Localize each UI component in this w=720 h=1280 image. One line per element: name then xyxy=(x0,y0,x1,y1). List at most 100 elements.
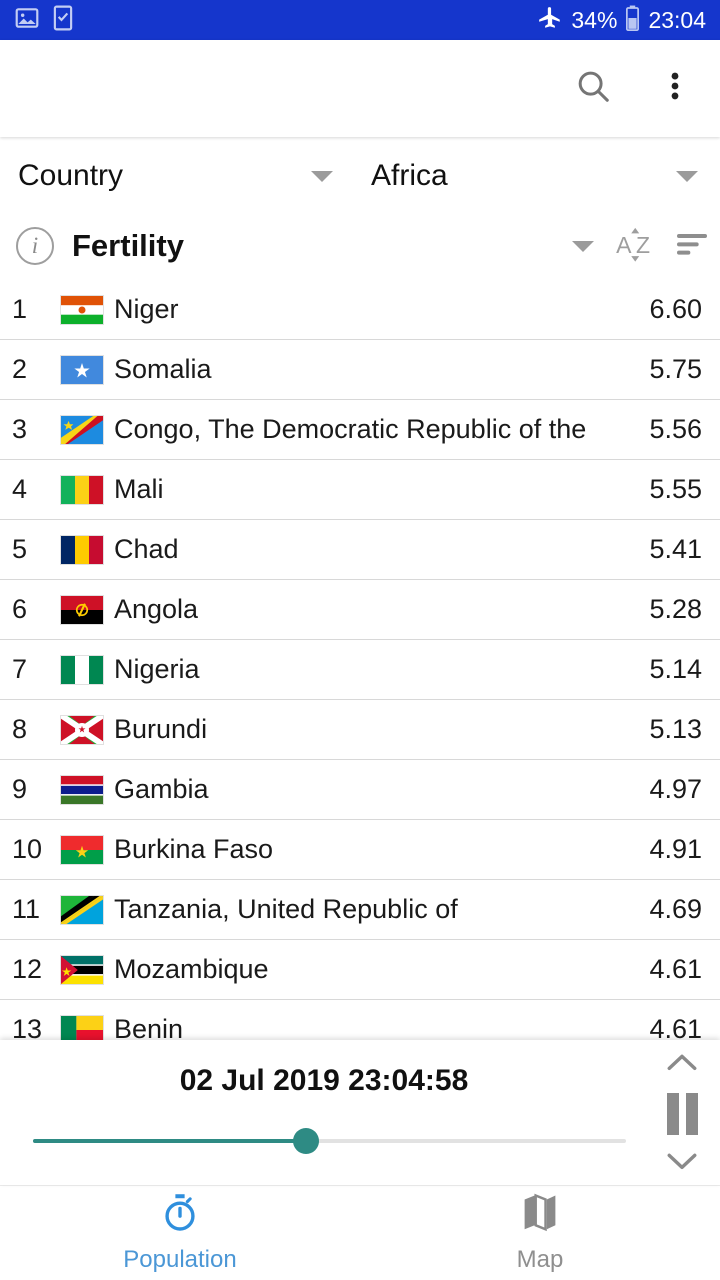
country-row[interactable]: 4 Mali 5.55 xyxy=(0,460,720,520)
group-by-label: Country xyxy=(18,159,124,192)
country-row[interactable]: 10 Burkina Faso 4.91 xyxy=(0,820,720,880)
nav-label-map: Map xyxy=(516,1245,564,1273)
status-bar-right: 34% 23:04 xyxy=(537,5,706,36)
sort-alphabetical-icon: A Z xyxy=(613,221,659,272)
app-root: 34% 23:04 Country Africa i Fertility A Z… xyxy=(0,0,720,1280)
country-flag-icon xyxy=(60,894,104,925)
row-value: 4.61 xyxy=(649,1014,702,1040)
sort-alphabetical-button[interactable]: A Z xyxy=(608,218,664,274)
country-row[interactable]: 12 Mozambique 4.61 xyxy=(0,940,720,1000)
timeline-datetime: 02 Jul 2019 23:04:58 xyxy=(179,1064,469,1097)
country-row[interactable]: 5 Chad 5.41 xyxy=(0,520,720,580)
status-bar-left-icons xyxy=(14,5,74,36)
speed-down-button[interactable] xyxy=(656,1147,708,1179)
sort-order-button[interactable] xyxy=(664,218,720,274)
country-row[interactable]: 6 Angola 5.28 xyxy=(0,580,720,640)
task-checkbox-icon xyxy=(52,5,74,36)
overflow-menu-button[interactable] xyxy=(652,66,698,112)
more-vertical-icon xyxy=(658,69,692,108)
row-value: 4.97 xyxy=(649,774,702,804)
country-flag-icon xyxy=(60,654,104,685)
country-row[interactable]: 1 Niger 6.60 xyxy=(0,280,720,340)
group-by-dropdown[interactable]: Country xyxy=(0,140,355,212)
country-row[interactable]: 7 Nigeria 5.14 xyxy=(0,640,720,700)
row-rank: 12 xyxy=(12,954,43,984)
search-icon xyxy=(574,67,612,110)
svg-text:Z: Z xyxy=(636,232,650,258)
map-icon xyxy=(523,1193,557,1238)
country-list[interactable]: 1 Niger 6.60 2 Somalia 5.75 3 Congo, The Democr… xyxy=(0,280,720,1040)
pause-icon xyxy=(666,1092,698,1135)
country-flag-icon xyxy=(60,774,104,805)
airplane-mode-icon xyxy=(537,5,563,36)
row-rank: 6 xyxy=(12,594,28,624)
chevron-down-icon xyxy=(676,170,698,182)
country-flag-icon xyxy=(60,414,104,445)
nav-item-population[interactable]: Population xyxy=(0,1186,360,1280)
row-rank: 2 xyxy=(12,354,28,384)
info-glyph: i xyxy=(31,233,39,258)
nav-item-map[interactable]: Map xyxy=(360,1186,720,1280)
chevron-up-icon xyxy=(665,1050,699,1079)
country-row[interactable]: 13 Benin 4.61 xyxy=(0,1000,720,1040)
row-rank: 3 xyxy=(12,414,28,444)
row-country-name: Congo, The Democratic Republic of the xyxy=(114,414,587,444)
row-rank: 7 xyxy=(12,654,28,684)
row-country-name: Niger xyxy=(114,294,179,324)
row-value: 4.91 xyxy=(649,834,702,864)
country-row[interactable]: 8 Burundi 5.13 xyxy=(0,700,720,760)
search-button[interactable] xyxy=(570,66,616,112)
country-flag-icon xyxy=(60,474,104,505)
row-value: 5.13 xyxy=(649,714,702,744)
slider-thumb[interactable] xyxy=(292,1128,319,1154)
bottom-navigation: Population Map xyxy=(0,1185,720,1280)
nav-label-population: Population xyxy=(123,1245,237,1273)
country-flag-icon xyxy=(60,714,104,745)
row-rank: 4 xyxy=(12,474,28,504)
row-value: 5.14 xyxy=(649,654,702,684)
sort-descending-icon xyxy=(672,224,712,269)
timeline-slider[interactable] xyxy=(33,1128,626,1154)
timeline-controls xyxy=(644,1040,720,1185)
metric-label[interactable]: Fertility xyxy=(72,228,184,264)
svg-text:A: A xyxy=(616,232,632,258)
timeline-panel: 02 Jul 2019 23:04:58 xyxy=(0,1040,720,1185)
country-flag-icon xyxy=(60,1014,104,1040)
speed-up-button[interactable] xyxy=(656,1048,708,1080)
row-value: 5.41 xyxy=(649,534,702,564)
country-row[interactable]: 11 Tanzania, United Republic of 4.69 xyxy=(0,880,720,940)
chevron-down-icon xyxy=(311,170,333,182)
row-rank: 9 xyxy=(12,774,28,804)
row-country-name: Mozambique xyxy=(114,954,269,984)
region-dropdown[interactable]: Africa xyxy=(355,140,720,212)
image-icon xyxy=(14,5,40,36)
row-country-name: Burkina Faso xyxy=(114,834,274,864)
region-label: Africa xyxy=(371,159,448,192)
row-country-name: Burundi xyxy=(114,714,208,744)
row-country-name: Somalia xyxy=(114,354,212,384)
country-flag-icon xyxy=(60,294,104,325)
country-flag-icon xyxy=(60,354,104,385)
country-row[interactable]: 9 Gambia 4.97 xyxy=(0,760,720,820)
row-rank: 5 xyxy=(12,534,28,564)
country-flag-icon xyxy=(60,834,104,865)
row-country-name: Mali xyxy=(114,474,164,504)
row-rank: 10 xyxy=(12,834,43,864)
country-row[interactable]: 3 Congo, The Democratic Republic of the 5.… xyxy=(0,400,720,460)
filter-bar: Country Africa xyxy=(0,140,720,212)
row-value: 5.75 xyxy=(649,354,702,384)
row-value: 5.55 xyxy=(649,474,702,504)
info-icon[interactable]: i xyxy=(16,227,54,265)
chevron-down-icon[interactable] xyxy=(572,240,594,252)
chevron-down-icon xyxy=(665,1149,699,1178)
status-bar: 34% 23:04 xyxy=(0,0,720,40)
metric-bar: i Fertility A Z xyxy=(0,212,720,280)
slider-fill xyxy=(33,1139,306,1143)
country-row[interactable]: 2 Somalia 5.75 xyxy=(0,340,720,400)
country-flag-icon xyxy=(60,534,104,565)
row-rank: 8 xyxy=(12,714,28,744)
row-rank: 13 xyxy=(12,1014,43,1040)
pause-button[interactable] xyxy=(656,1092,708,1136)
stopwatch-icon xyxy=(161,1193,199,1238)
row-value: 4.69 xyxy=(649,894,702,924)
